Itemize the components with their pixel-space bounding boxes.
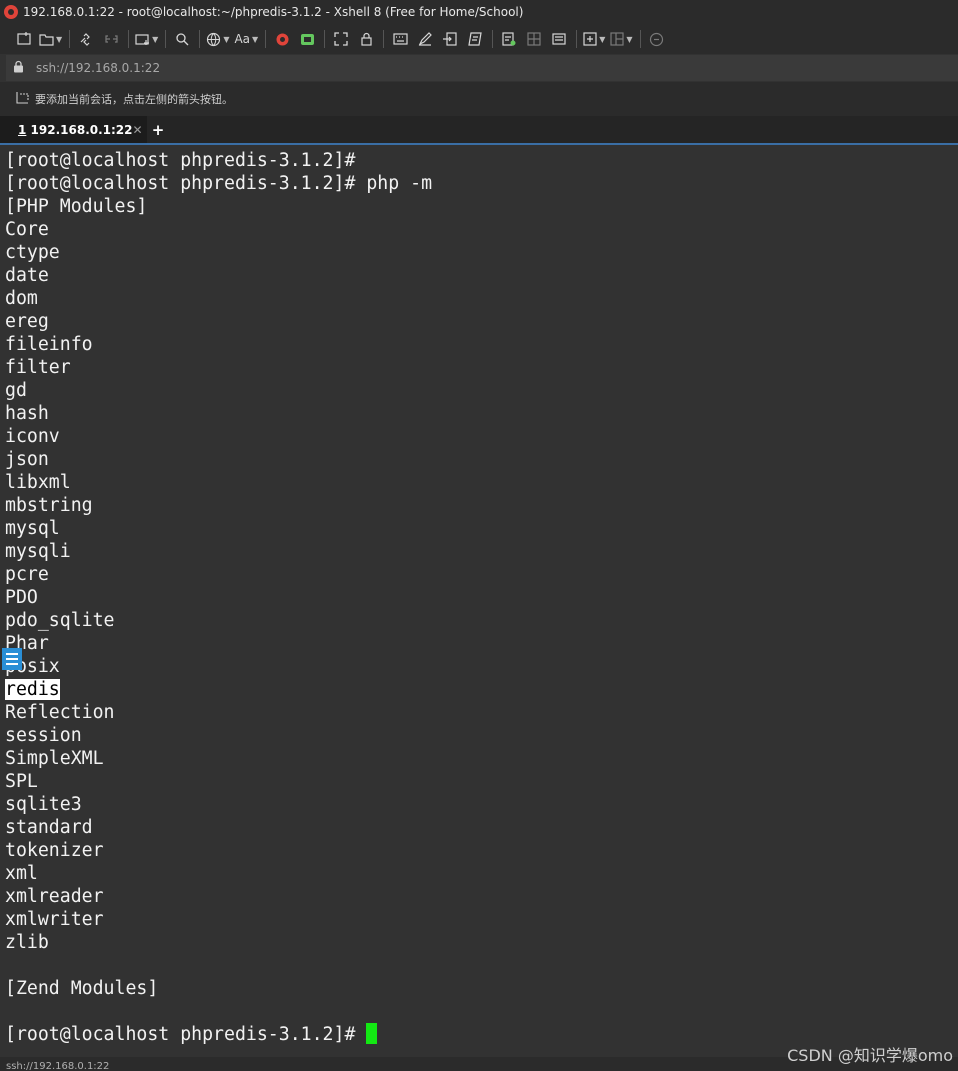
toolbar-separator xyxy=(639,30,641,48)
xshell-icon[interactable] xyxy=(272,28,292,50)
layout-icon[interactable]: ▼ xyxy=(610,28,633,50)
terminal-line: ereg xyxy=(5,311,49,332)
toolbar-separator xyxy=(165,30,167,48)
toolbar-separator xyxy=(576,30,578,48)
terminal-line: filter xyxy=(5,357,71,378)
transfer-icon[interactable] xyxy=(440,28,460,50)
fullscreen-icon[interactable] xyxy=(331,28,351,50)
script-icon[interactable] xyxy=(465,28,485,50)
terminal-line: [Zend Modules] xyxy=(5,978,159,999)
terminal-line: standard xyxy=(5,817,93,838)
chat-icon[interactable] xyxy=(647,28,667,50)
toolbar: ▼ ▼ ▼ Aa ▼ ▼ ▼ xyxy=(0,24,958,54)
terminal-line: pdo_sqlite xyxy=(5,610,115,631)
close-tab-icon[interactable]: ✕ xyxy=(133,123,143,137)
info-message: 要添加当前会话，点击左侧的箭头按钮。 xyxy=(35,93,233,106)
toolbar-separator xyxy=(492,30,494,48)
terminal-line: pcre xyxy=(5,564,49,585)
address-bar[interactable]: ssh://192.168.0.1:22 xyxy=(6,55,958,81)
tile-icon[interactable] xyxy=(524,28,544,50)
terminal-line: iconv xyxy=(5,426,60,447)
terminal-line: SimpleXML xyxy=(5,748,104,769)
xftp-icon[interactable] xyxy=(297,28,317,50)
terminal-line: Reflection xyxy=(5,702,115,723)
terminal-line: [PHP Modules] xyxy=(5,196,148,217)
terminal-line: Core xyxy=(5,219,49,240)
window-title: 192.168.0.1:22 - root@localhost:~/phpred… xyxy=(23,5,524,19)
terminal-line: gd xyxy=(5,380,27,401)
tab-bar: 1 192.168.0.1:22 ✕ + xyxy=(0,116,958,143)
new-tab-icon[interactable]: ▼ xyxy=(135,28,158,50)
watermark: CSDN @知识学爆omo xyxy=(787,1046,953,1065)
terminal-line: [root@localhost phpredis-3.1.2]# xyxy=(5,150,356,171)
terminal-line: json xyxy=(5,449,49,470)
address-value: ssh://192.168.0.1:22 xyxy=(36,61,161,75)
terminal-line: xml xyxy=(5,863,38,884)
font-icon[interactable]: Aa ▼ xyxy=(234,28,258,50)
toolbar-separator xyxy=(265,30,267,48)
connect-icon[interactable] xyxy=(76,28,96,50)
new-session-icon[interactable] xyxy=(14,28,34,50)
terminal-line-highlighted: redis xyxy=(5,678,958,701)
terminal-line: xmlreader xyxy=(5,886,104,907)
log-icon[interactable] xyxy=(499,28,519,50)
toolbar-separator xyxy=(199,30,201,48)
terminal-line: tokenizer xyxy=(5,840,104,861)
terminal-line: mbstring xyxy=(5,495,93,516)
terminal-line: libxml xyxy=(5,472,71,493)
compose-icon[interactable] xyxy=(415,28,435,50)
terminal-line: session xyxy=(5,725,82,746)
toolbar-separator xyxy=(383,30,385,48)
terminal-line: SPL xyxy=(5,771,38,792)
terminal-line: date xyxy=(5,265,49,286)
tab-label: 1 192.168.0.1:22 xyxy=(18,122,133,137)
add-layout-icon[interactable]: ▼ xyxy=(583,28,605,50)
open-folder-icon[interactable]: ▼ xyxy=(39,28,62,50)
terminal-line: posix xyxy=(5,656,60,677)
terminal-line: sqlite3 xyxy=(5,794,82,815)
terminal-line: Phar xyxy=(5,633,49,654)
lock-icon[interactable] xyxy=(356,28,376,50)
terminal-line: hash xyxy=(5,403,49,424)
terminal-line: [root@localhost phpredis-3.1.2]# php -m xyxy=(5,173,433,194)
tab-session-1[interactable]: 1 192.168.0.1:22 ✕ xyxy=(0,116,147,143)
globe-icon[interactable]: ▼ xyxy=(206,28,229,50)
toolbar-separator xyxy=(324,30,326,48)
toolbar-separator xyxy=(69,30,71,48)
terminal-line: xmlwriter xyxy=(5,909,104,930)
quick-command-handle-icon[interactable] xyxy=(2,648,22,670)
terminal-line: zlib xyxy=(5,932,49,953)
add-tab-icon[interactable]: + xyxy=(147,116,169,143)
terminal-cursor xyxy=(366,1023,378,1044)
find-icon[interactable] xyxy=(172,28,192,50)
terminal-line: mysql xyxy=(5,518,60,539)
terminal-line: fileinfo xyxy=(5,334,93,355)
terminal[interactable]: [root@localhost phpredis-3.1.2]# [root@l… xyxy=(0,145,958,1057)
lock-icon xyxy=(6,60,30,76)
toolbar-separator xyxy=(128,30,130,48)
title-bar: 192.168.0.1:22 - root@localhost:~/phpred… xyxy=(0,0,958,24)
terminal-line: ctype xyxy=(5,242,60,263)
terminal-line: dom xyxy=(5,288,38,309)
xshell-app-icon xyxy=(4,5,18,19)
terminal-line: mysqli xyxy=(5,541,71,562)
disconnect-icon[interactable] xyxy=(101,28,121,50)
highlight-icon[interactable] xyxy=(549,28,569,50)
session-arrow-icon[interactable] xyxy=(16,91,30,107)
prompt-text: [root@localhost phpredis-3.1.2]# xyxy=(5,1024,367,1045)
terminal-line: PDO xyxy=(5,587,38,608)
selected-text: redis xyxy=(5,679,60,700)
info-bar: 要添加当前会话，点击左侧的箭头按钮。 xyxy=(0,82,958,116)
keyboard-icon[interactable] xyxy=(390,28,410,50)
font-label: Aa xyxy=(234,32,251,46)
